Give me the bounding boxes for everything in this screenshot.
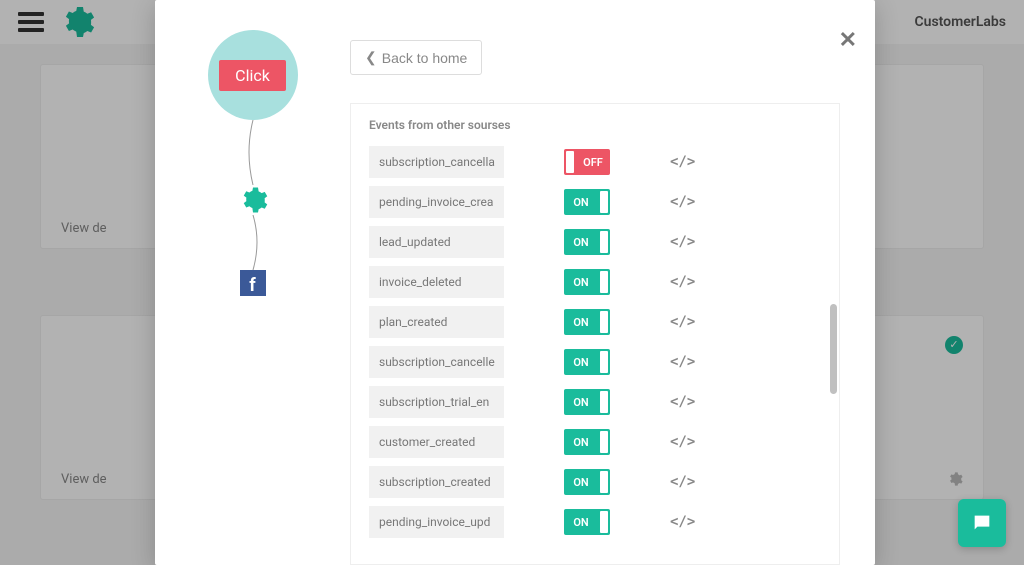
toggle-label: ON (564, 436, 598, 449)
event-row: invoice_deleted ON </> (369, 266, 821, 298)
events-panel: Events from other sourses subscription_c… (350, 103, 840, 565)
chat-icon (971, 512, 993, 534)
modal: ✕ Click f ❮ Back to home Events from oth… (155, 0, 875, 565)
back-button[interactable]: ❮ Back to home (350, 40, 482, 75)
code-icon[interactable]: </> (670, 194, 695, 210)
gear-node-icon (238, 185, 268, 215)
event-name: customer_created (369, 426, 504, 458)
event-toggle[interactable]: ON (564, 189, 610, 215)
event-toggle[interactable]: ON (564, 509, 610, 535)
event-row: subscription_trial_en ON </> (369, 386, 821, 418)
event-row: subscription_created ON </> (369, 466, 821, 498)
chevron-left-icon: ❮ (365, 49, 377, 66)
toggle-handle (600, 231, 608, 253)
event-toggle[interactable]: ON (564, 389, 610, 415)
event-row: pending_invoice_upd ON </> (369, 506, 821, 538)
event-name: subscription_cancella (369, 146, 504, 178)
event-toggle[interactable]: OFF (564, 149, 610, 175)
toggle-label: ON (564, 276, 598, 289)
toggle-label: ON (564, 396, 598, 409)
click-badge: Click (219, 60, 286, 91)
event-name: plan_created (369, 306, 504, 338)
event-list[interactable]: subscription_cancellaOFF</>pending_invoi… (351, 146, 839, 556)
code-icon[interactable]: </> (670, 314, 695, 330)
toggle-handle (600, 191, 608, 213)
event-toggle[interactable]: ON (564, 309, 610, 335)
event-toggle[interactable]: ON (564, 229, 610, 255)
toggle-label: ON (564, 356, 598, 369)
event-name: pending_invoice_upd (369, 506, 504, 538)
event-name: pending_invoice_crea (369, 186, 504, 218)
toggle-label: ON (564, 516, 598, 529)
event-row: subscription_cancelle ON </> (369, 346, 821, 378)
code-icon[interactable]: </> (670, 234, 695, 250)
panel-heading: Events from other sourses (351, 104, 839, 146)
code-icon[interactable]: </> (670, 394, 695, 410)
code-icon[interactable]: </> (670, 354, 695, 370)
event-name: subscription_trial_en (369, 386, 504, 418)
event-row: subscription_cancella OFF </> (369, 146, 821, 178)
toggle-handle (600, 271, 608, 293)
scrollbar-thumb[interactable] (830, 304, 837, 394)
toggle-handle (600, 511, 608, 533)
event-row: pending_invoice_crea ON </> (369, 186, 821, 218)
code-icon[interactable]: </> (670, 274, 695, 290)
toggle-handle (566, 151, 574, 173)
connector-line (233, 120, 273, 185)
facebook-node-icon: f (240, 270, 266, 296)
toggle-handle (600, 471, 608, 493)
back-label: Back to home (382, 50, 468, 66)
toggle-handle (600, 431, 608, 453)
toggle-handle (600, 351, 608, 373)
event-name: subscription_cancelle (369, 346, 504, 378)
toggle-label: ON (564, 196, 598, 209)
code-icon[interactable]: </> (670, 434, 695, 450)
toggle-handle (600, 311, 608, 333)
toggle-handle (600, 391, 608, 413)
event-row: lead_updated ON </> (369, 226, 821, 258)
event-toggle[interactable]: ON (564, 269, 610, 295)
toggle-label: ON (564, 476, 598, 489)
chat-button[interactable] (958, 499, 1006, 547)
event-name: subscription_created (369, 466, 504, 498)
code-icon[interactable]: </> (670, 474, 695, 490)
event-name: lead_updated (369, 226, 504, 258)
event-row: customer_created ON </> (369, 426, 821, 458)
toggle-label: ON (564, 316, 598, 329)
connector-line (233, 215, 273, 270)
event-name: invoice_deleted (369, 266, 504, 298)
event-toggle[interactable]: ON (564, 469, 610, 495)
code-icon[interactable]: </> (670, 154, 695, 170)
click-node: Click (208, 30, 298, 120)
toggle-label: ON (564, 236, 598, 249)
event-row: plan_created ON </> (369, 306, 821, 338)
modal-diagram: Click f (155, 0, 350, 565)
code-icon[interactable]: </> (670, 514, 695, 530)
event-toggle[interactable]: ON (564, 429, 610, 455)
toggle-label: OFF (576, 156, 610, 169)
event-toggle[interactable]: ON (564, 349, 610, 375)
close-icon[interactable]: ✕ (839, 28, 857, 53)
